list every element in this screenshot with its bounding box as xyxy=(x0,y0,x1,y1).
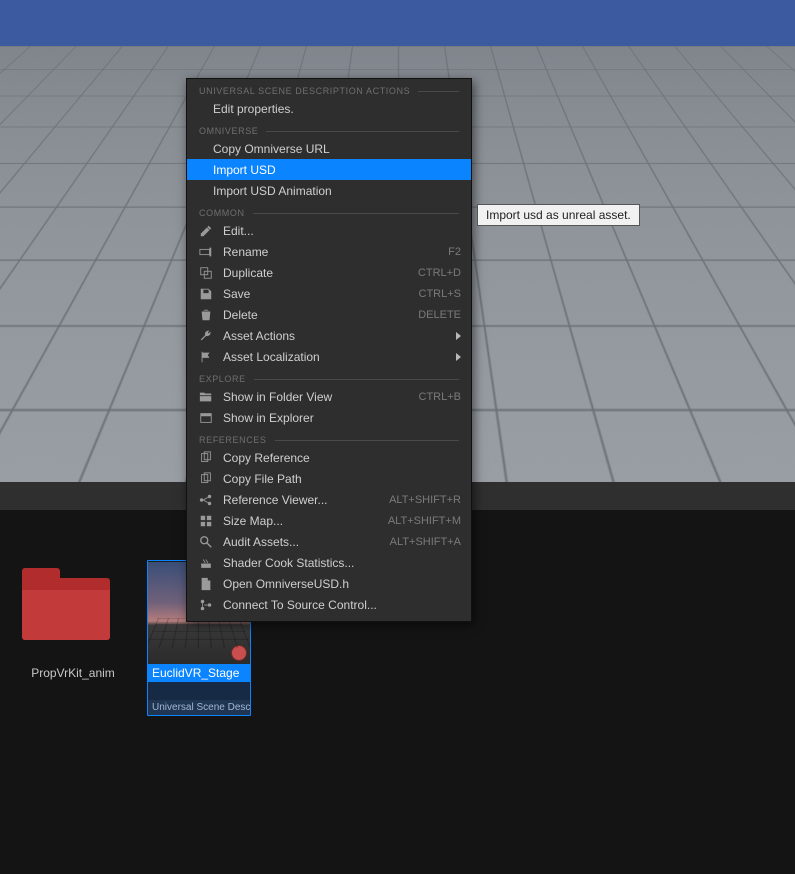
menu-item-shortcut: ALT+SHIFT+M xyxy=(388,515,461,527)
menu-item-copy-reference[interactable]: Copy Reference xyxy=(187,447,471,468)
asset-name: EuclidVR_Stage xyxy=(148,664,250,682)
menu-item-label: Shader Cook Statistics... xyxy=(223,556,461,570)
menu-item-audit-assets[interactable]: Audit Assets... ALT+SHIFT+A xyxy=(187,531,471,552)
menu-item-duplicate[interactable]: Duplicate CTRL+D xyxy=(187,262,471,283)
asset-type: Universal Scene Descr... xyxy=(148,700,250,715)
menu-item-label: Asset Localization xyxy=(223,350,448,364)
section-title: OMNIVERSE xyxy=(199,126,258,136)
menu-item-label: Delete xyxy=(223,308,410,322)
menu-item-label: Size Map... xyxy=(223,514,380,528)
menu-item-delete[interactable]: Delete DELETE xyxy=(187,304,471,325)
menu-item-shortcut: F2 xyxy=(448,246,461,258)
chevron-right-icon xyxy=(456,332,461,340)
menu-item-label: Edit... xyxy=(223,224,461,238)
file-icon xyxy=(199,577,213,591)
menu-item-save[interactable]: Save CTRL+S xyxy=(187,283,471,304)
menu-item-shortcut: ALT+SHIFT+R xyxy=(389,494,461,506)
menu-item-edit-properties[interactable]: Edit properties. xyxy=(187,98,471,119)
menu-item-import-usd-animation[interactable]: Import USD Animation xyxy=(187,180,471,201)
menu-item-edit[interactable]: Edit... xyxy=(187,220,471,241)
wrench-icon xyxy=(199,329,213,343)
menu-section-header: UNIVERSAL SCENE DESCRIPTION ACTIONS xyxy=(187,79,471,98)
folder-thumbnail xyxy=(22,560,124,662)
section-title: UNIVERSAL SCENE DESCRIPTION ACTIONS xyxy=(199,86,410,96)
menu-item-rename[interactable]: Rename F2 xyxy=(187,241,471,262)
magnify-icon xyxy=(199,535,213,549)
section-title: EXPLORE xyxy=(199,374,246,384)
menu-item-connect-source-control[interactable]: Connect To Source Control... xyxy=(187,594,471,615)
source-control-icon xyxy=(199,598,213,612)
pencil-icon xyxy=(199,224,213,238)
menu-item-shortcut: CTRL+B xyxy=(419,391,462,403)
section-divider xyxy=(418,91,459,92)
menu-section-header: REFERENCES xyxy=(187,428,471,447)
rename-icon xyxy=(199,245,213,259)
menu-item-shortcut: ALT+SHIFT+A xyxy=(390,536,461,548)
context-menu: UNIVERSAL SCENE DESCRIPTION ACTIONS Edit… xyxy=(186,78,472,622)
tooltip-text: Import usd as unreal asset. xyxy=(486,208,631,222)
menu-item-label: Audit Assets... xyxy=(223,535,382,549)
menu-item-label: Duplicate xyxy=(223,266,410,280)
graph-icon xyxy=(199,493,213,507)
menu-item-show-in-folder-view[interactable]: Show in Folder View CTRL+B xyxy=(187,386,471,407)
folder-tree-icon xyxy=(199,390,213,404)
section-divider xyxy=(253,213,459,214)
menu-item-label: Save xyxy=(223,287,411,301)
menu-item-label: Copy File Path xyxy=(223,472,461,486)
menu-item-label: Show in Folder View xyxy=(223,390,411,404)
menu-item-label: Connect To Source Control... xyxy=(223,598,461,612)
folder-asset[interactable]: n xyxy=(0,560,2,716)
section-divider xyxy=(254,379,459,380)
copy-icon xyxy=(199,451,213,465)
explorer-icon xyxy=(199,411,213,425)
menu-item-label: Copy Reference xyxy=(223,451,461,465)
menu-item-label: Asset Actions xyxy=(223,329,448,343)
menu-item-asset-localization[interactable]: Asset Localization xyxy=(187,346,471,367)
menu-item-label: Import USD xyxy=(213,163,461,177)
menu-section-header: OMNIVERSE xyxy=(187,119,471,138)
folder-asset[interactable]: PropVrKit_anim xyxy=(18,560,128,716)
menu-item-asset-actions[interactable]: Asset Actions xyxy=(187,325,471,346)
chevron-right-icon xyxy=(456,353,461,361)
menu-item-label: Edit properties. xyxy=(213,102,461,116)
menu-item-reference-viewer[interactable]: Reference Viewer... ALT+SHIFT+R xyxy=(187,489,471,510)
cook-icon xyxy=(199,556,213,570)
menu-item-label: Reference Viewer... xyxy=(223,493,381,507)
copy-path-icon xyxy=(199,472,213,486)
save-icon xyxy=(199,287,213,301)
menu-item-size-map[interactable]: Size Map... ALT+SHIFT+M xyxy=(187,510,471,531)
folder-icon xyxy=(22,578,110,640)
section-title: REFERENCES xyxy=(199,435,267,445)
menu-item-import-usd[interactable]: Import USD xyxy=(187,159,471,180)
menu-item-show-in-explorer[interactable]: Show in Explorer xyxy=(187,407,471,428)
section-divider xyxy=(266,131,459,132)
menu-item-shortcut: CTRL+D xyxy=(418,267,461,279)
menu-section-header: COMMON xyxy=(187,201,471,220)
section-title: COMMON xyxy=(199,208,245,218)
menu-item-label: Import USD Animation xyxy=(213,184,461,198)
menu-item-label: Show in Explorer xyxy=(223,411,461,425)
trash-icon xyxy=(199,308,213,322)
menu-item-label: Copy Omniverse URL xyxy=(213,142,461,156)
duplicate-icon xyxy=(199,266,213,280)
menu-item-shader-cook-stats[interactable]: Shader Cook Statistics... xyxy=(187,552,471,573)
menu-item-open-header[interactable]: Open OmniverseUSD.h xyxy=(187,573,471,594)
menu-item-shortcut: CTRL+S xyxy=(419,288,462,300)
section-divider xyxy=(275,440,459,441)
menu-item-copy-file-path[interactable]: Copy File Path xyxy=(187,468,471,489)
grid-icon xyxy=(199,514,213,528)
tooltip: Import usd as unreal asset. xyxy=(477,204,640,226)
menu-item-copy-omniverse-url[interactable]: Copy Omniverse URL xyxy=(187,138,471,159)
viewport-sky xyxy=(0,0,795,46)
menu-item-label: Rename xyxy=(223,245,440,259)
asset-label: PropVrKit_anim xyxy=(31,666,115,680)
flag-icon xyxy=(199,350,213,364)
dirty-badge-icon xyxy=(231,645,247,661)
menu-item-label: Open OmniverseUSD.h xyxy=(223,577,461,591)
menu-section-header: EXPLORE xyxy=(187,367,471,386)
menu-item-shortcut: DELETE xyxy=(418,309,461,321)
